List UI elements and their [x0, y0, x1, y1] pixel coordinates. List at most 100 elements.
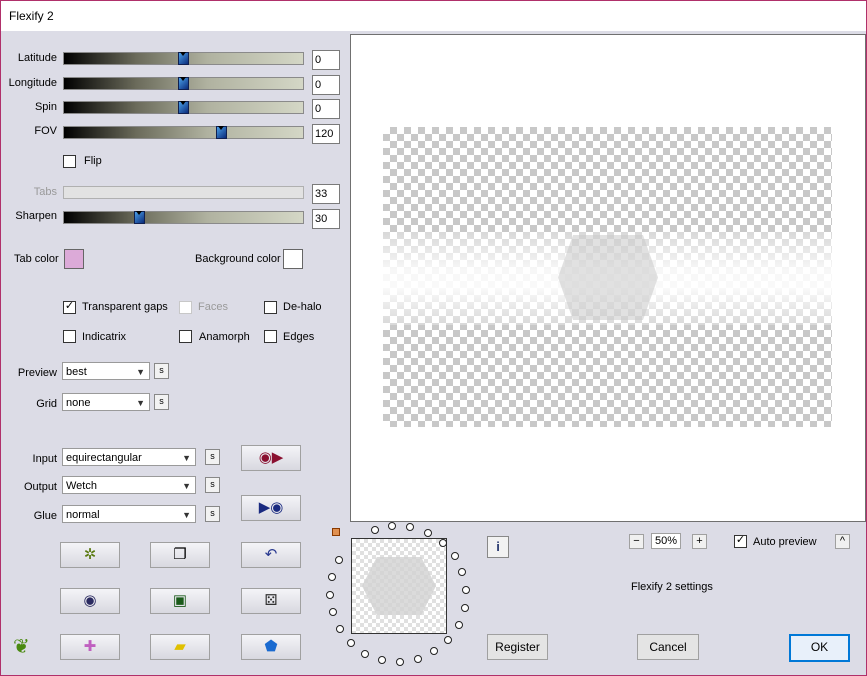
- dial-dot[interactable]: [328, 572, 337, 581]
- cross-button[interactable]: ✚: [60, 634, 120, 660]
- dial-dot[interactable]: [423, 528, 432, 537]
- randomize-filter-button[interactable]: ✲: [60, 542, 120, 568]
- sharpen-slider-thumb[interactable]: [134, 211, 145, 224]
- grid-label: Grid: [36, 398, 57, 410]
- brick-button[interactable]: ▰: [150, 634, 210, 660]
- input-select[interactable]: equirectangular ▼: [62, 448, 196, 466]
- longitude-value[interactable]: 0: [312, 75, 340, 95]
- sharpen-value[interactable]: 30: [312, 209, 340, 229]
- spin-slider[interactable]: [63, 101, 304, 114]
- random-button[interactable]: ⚄: [241, 588, 301, 614]
- latitude-slider[interactable]: [63, 52, 304, 65]
- chevron-down-icon: ▼: [136, 367, 145, 377]
- glue-value: normal: [66, 509, 100, 521]
- input-s-button[interactable]: s: [205, 449, 220, 465]
- zoom-in-button[interactable]: +: [692, 534, 707, 549]
- title-bar[interactable]: Flexify 2: [1, 1, 866, 31]
- latitude-slider-thumb[interactable]: [178, 52, 189, 65]
- sharpen-slider[interactable]: [63, 211, 304, 224]
- longitude-label: Longitude: [8, 77, 57, 89]
- dial-dot[interactable]: [454, 621, 463, 630]
- window-title: Flexify 2: [9, 9, 54, 23]
- flip-checkbox[interactable]: [63, 155, 76, 168]
- register-button[interactable]: Register: [487, 634, 548, 660]
- dial-dot[interactable]: [335, 556, 344, 564]
- de-halo-checkbox[interactable]: [264, 301, 277, 314]
- grid-s-button[interactable]: s: [154, 394, 169, 410]
- latitude-value[interactable]: 0: [312, 50, 340, 70]
- zoom-level: 50%: [651, 533, 681, 549]
- dial-dot[interactable]: [361, 649, 370, 658]
- dial-dot[interactable]: [370, 526, 379, 535]
- dial-marker[interactable]: [332, 528, 340, 536]
- dial-dot[interactable]: [460, 604, 469, 613]
- chevron-down-icon: ▼: [182, 453, 191, 463]
- edges-label: Edges: [283, 331, 315, 343]
- dial-dot[interactable]: [430, 647, 439, 656]
- dial-dot[interactable]: [378, 656, 387, 665]
- longitude-slider[interactable]: [63, 77, 304, 90]
- dial-dot[interactable]: [326, 590, 334, 599]
- undo-button[interactable]: ↶: [241, 542, 301, 568]
- dial-dot[interactable]: [328, 608, 337, 617]
- preview-mode-select[interactable]: best ▼: [62, 362, 150, 380]
- gem-button[interactable]: ⬟: [241, 634, 301, 660]
- fov-value[interactable]: 120: [312, 124, 340, 144]
- copy-button[interactable]: ❐: [150, 542, 210, 568]
- frame-button[interactable]: ▣: [150, 588, 210, 614]
- ok-button[interactable]: OK: [789, 634, 850, 662]
- filter-icon: ✲: [83, 546, 97, 563]
- output-label: Output: [23, 481, 57, 493]
- dial-dot[interactable]: [450, 552, 459, 561]
- flaming-pear-logo-icon[interactable]: ❦: [13, 634, 30, 659]
- dial-dot[interactable]: [406, 523, 415, 532]
- input-convert-button[interactable]: ◉▶: [241, 445, 301, 471]
- dial-dot[interactable]: [414, 654, 423, 663]
- collapse-button[interactable]: ^: [835, 534, 850, 549]
- info-button[interactable]: i: [487, 536, 509, 558]
- dial-dot[interactable]: [461, 586, 470, 595]
- transparent-gaps-checkbox[interactable]: ✓: [63, 300, 76, 314]
- output-s-button[interactable]: s: [205, 477, 220, 493]
- navigator-thumbnail[interactable]: [351, 538, 447, 634]
- fov-slider-thumb[interactable]: [216, 126, 227, 139]
- spin-slider-thumb[interactable]: [178, 101, 189, 114]
- glue-s-button[interactable]: s: [205, 506, 220, 522]
- output-convert-button[interactable]: ▶◉: [241, 495, 301, 521]
- gem-icon: ⬟: [264, 638, 278, 655]
- auto-preview-checkbox[interactable]: ✓: [734, 534, 747, 548]
- dial-dot[interactable]: [438, 538, 447, 547]
- preview-mode-s-button[interactable]: s: [154, 363, 169, 379]
- indicatrix-checkbox[interactable]: [63, 330, 76, 343]
- preview-canvas[interactable]: [350, 34, 866, 522]
- anamorph-checkbox[interactable]: [179, 330, 192, 343]
- edges-checkbox[interactable]: [264, 330, 277, 343]
- chevron-down-icon: ▼: [136, 398, 145, 408]
- tabs-slider[interactable]: [63, 186, 304, 199]
- chevron-down-icon: ▼: [182, 481, 191, 491]
- status-text: Flexify 2 settings: [631, 581, 713, 593]
- flexify-window: Flexify 2 Latitude 0 Longitude 0 Spin 0 …: [0, 0, 867, 676]
- spin-value[interactable]: 0: [312, 99, 340, 119]
- dial-dot[interactable]: [396, 657, 405, 666]
- background-color-label: Background color: [195, 253, 281, 265]
- tab-color-swatch[interactable]: [64, 249, 84, 269]
- dial-dot[interactable]: [335, 624, 344, 633]
- ring-button[interactable]: ◉: [60, 588, 120, 614]
- dial-dot[interactable]: [346, 639, 355, 648]
- grid-select[interactable]: none ▼: [62, 393, 150, 411]
- dial-dot[interactable]: [388, 522, 397, 531]
- tabs-value[interactable]: 33: [312, 184, 340, 204]
- faces-checkbox[interactable]: [179, 301, 192, 314]
- cancel-button[interactable]: Cancel: [637, 634, 699, 660]
- glue-select[interactable]: normal ▼: [62, 505, 196, 523]
- transparent-gaps-label: Transparent gaps: [82, 301, 168, 313]
- dial-dot[interactable]: [458, 568, 467, 577]
- auto-preview-label: Auto preview: [753, 536, 817, 548]
- dial-dot[interactable]: [444, 635, 453, 644]
- output-select[interactable]: Wetch ▼: [62, 476, 196, 494]
- background-color-swatch[interactable]: [283, 249, 303, 269]
- fov-slider[interactable]: [63, 126, 304, 139]
- zoom-out-button[interactable]: −: [629, 534, 644, 549]
- longitude-slider-thumb[interactable]: [178, 77, 189, 90]
